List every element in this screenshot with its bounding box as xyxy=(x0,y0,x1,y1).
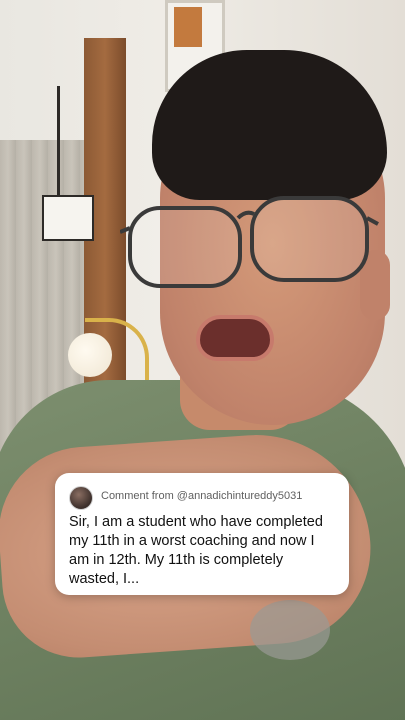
comment-card[interactable]: Comment from @annadichintureddy5031 Sir,… xyxy=(55,473,349,595)
comment-from-label[interactable]: Comment from @annadichintureddy5031 xyxy=(101,490,302,502)
wall-picture-art xyxy=(174,7,202,47)
person-mouth xyxy=(196,315,274,361)
comment-header: Comment from @annadichintureddy5031 xyxy=(69,485,335,510)
pendant-lamp-cord xyxy=(57,86,60,196)
globe-lamp xyxy=(68,333,112,377)
comment-body-text: Sir, I am a student who have completed m… xyxy=(69,514,323,587)
pendant-lamp-shade xyxy=(42,195,94,241)
video-frame: Comment from @annadichintureddy5031 Sir,… xyxy=(0,0,405,720)
person-beard xyxy=(250,600,330,660)
user-avatar-icon[interactable] xyxy=(69,486,93,510)
glasses-icon xyxy=(120,196,379,288)
